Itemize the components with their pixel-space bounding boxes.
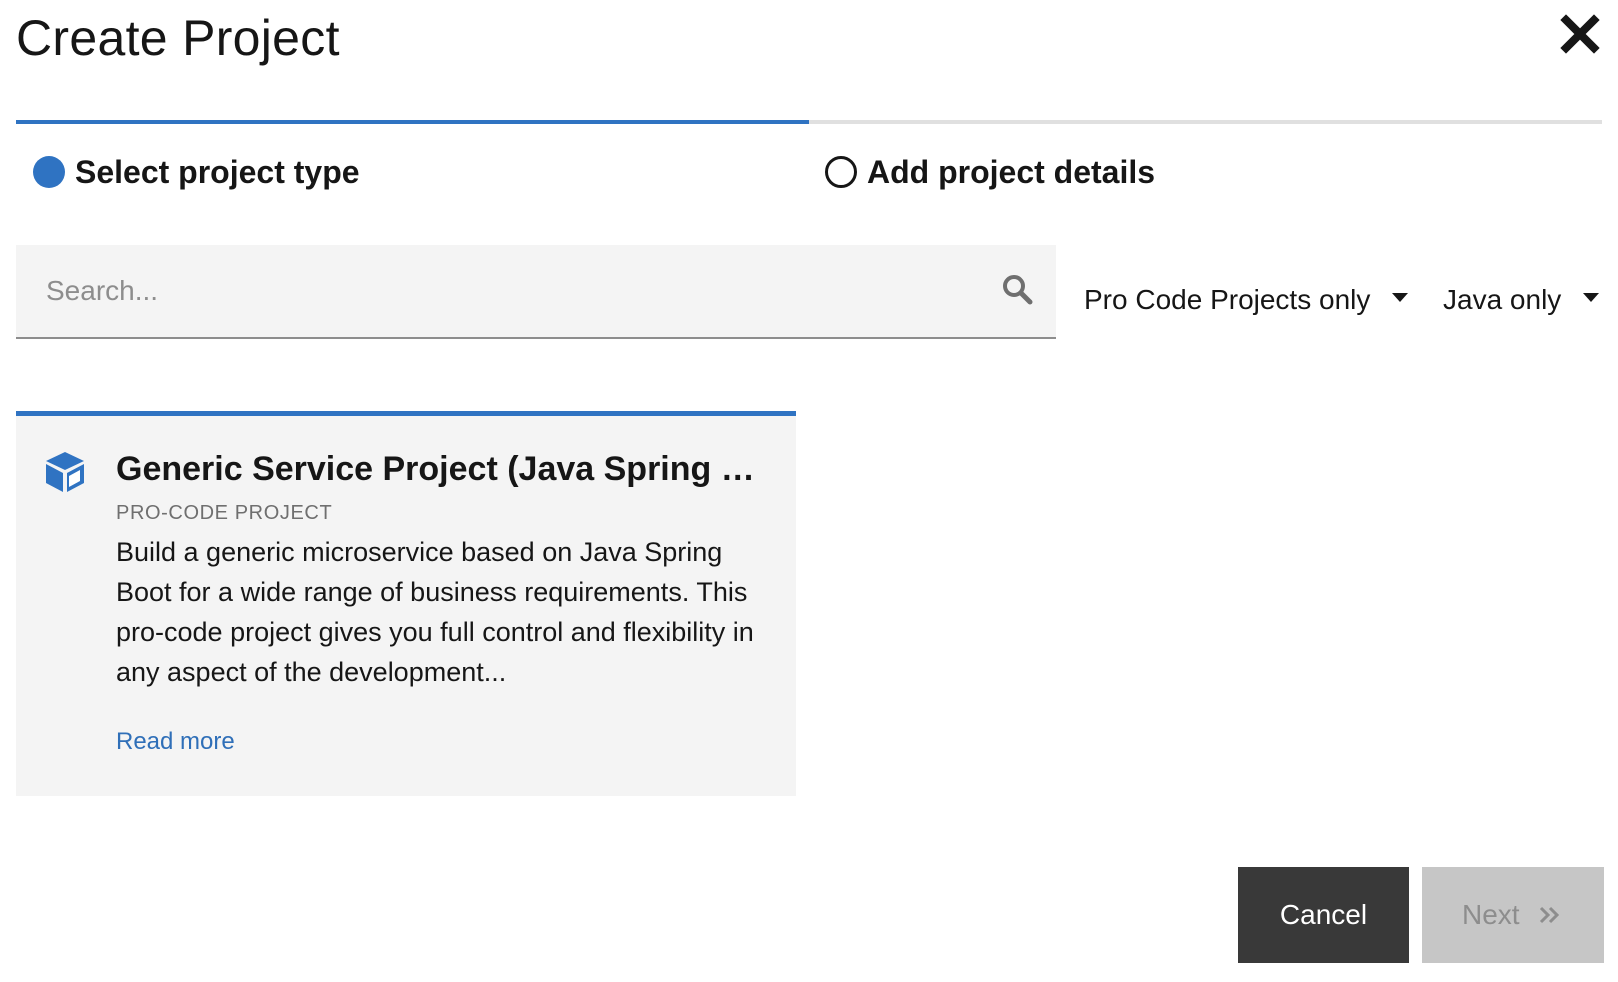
double-chevron-right-icon <box>1539 906 1559 924</box>
card-description: Build a generic microservice based on Ja… <box>116 537 754 687</box>
step-select-project-type[interactable]: Select project type <box>33 152 360 192</box>
step-label: Add project details <box>867 153 1156 190</box>
cancel-button[interactable]: Cancel <box>1238 867 1409 963</box>
step-label: Select project type <box>75 153 360 190</box>
search-field <box>16 245 1056 339</box>
close-button[interactable] <box>1560 14 1600 54</box>
caret-down-icon <box>1392 292 1409 302</box>
progress-fill <box>16 120 809 124</box>
step-add-project-details[interactable]: Add project details <box>825 152 1155 192</box>
cancel-button-label: Cancel <box>1279 899 1368 930</box>
cube-icon <box>46 452 84 492</box>
filter-label: Pro Code Projects only <box>1084 284 1371 315</box>
search-input[interactable] <box>16 245 976 337</box>
caret-down-icon <box>1583 292 1600 302</box>
card-type-label: PRO-CODE PROJECT <box>116 502 333 524</box>
create-project-dialog: Create Project Select project type Add p… <box>0 0 1618 982</box>
card-title: Generic Service Project (Java Spring Boo… <box>116 450 776 488</box>
project-type-card[interactable]: Generic Service Project (Java Spring Boo… <box>16 411 796 796</box>
next-button[interactable]: Next <box>1422 867 1604 963</box>
read-more-link[interactable]: Read more <box>116 728 235 756</box>
progress-track <box>16 120 1602 124</box>
filter-label: Java only <box>1443 284 1562 315</box>
filter-language-dropdown[interactable]: Java only <box>1443 278 1600 322</box>
next-button-label: Next <box>1462 899 1520 930</box>
dialog-title: Create Project <box>16 10 340 66</box>
search-icon[interactable] <box>1001 273 1033 305</box>
close-icon <box>1560 14 1600 54</box>
filter-project-category-dropdown[interactable]: Pro Code Projects only <box>1084 278 1409 322</box>
step-inactive-indicator-icon <box>825 156 857 188</box>
step-active-indicator-icon <box>33 156 65 188</box>
